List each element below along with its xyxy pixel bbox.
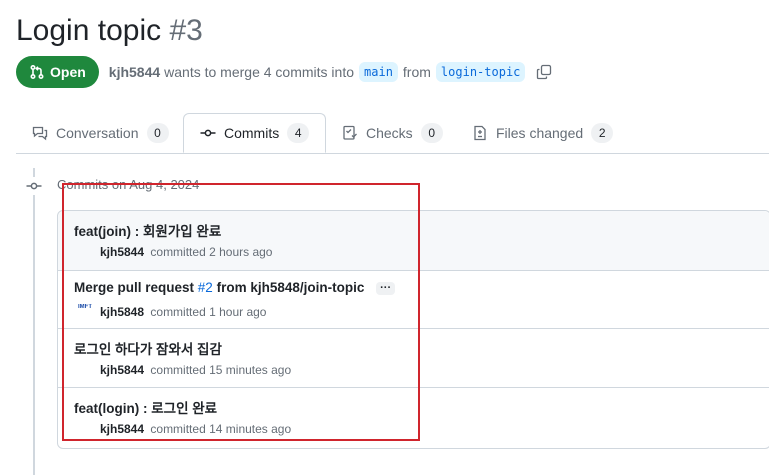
tab-conversation[interactable]: Conversation 0 (32, 113, 169, 153)
comment-discussion-icon (32, 126, 48, 141)
tab-conversation-label: Conversation (56, 125, 139, 141)
copy-icon[interactable] (536, 64, 552, 80)
head-branch[interactable]: login-topic (435, 62, 526, 82)
timeline-line (33, 168, 35, 475)
pr-author-link[interactable]: kjh5844 (109, 64, 160, 80)
pr-tabs: Conversation 0 Commits 4 Checks 0 Files … (16, 113, 769, 154)
tab-commits[interactable]: Commits 4 (183, 113, 327, 153)
status-badge: Open (16, 56, 99, 88)
git-pull-request-icon (30, 64, 44, 80)
from-text: from (402, 64, 431, 80)
tab-commits-count: 4 (287, 123, 310, 143)
checklist-icon (343, 125, 357, 140)
tab-commits-label: Commits (224, 125, 280, 141)
tab-files-changed-count: 2 (591, 123, 614, 143)
tab-checks[interactable]: Checks 0 (342, 113, 443, 153)
timeline-commit-icon (25, 177, 43, 195)
highlight-box (62, 183, 420, 441)
tab-checks-count: 0 (420, 123, 443, 143)
tab-checks-label: Checks (366, 125, 413, 141)
pr-title-text: Login topic (16, 14, 162, 47)
tab-files-changed-label: Files changed (496, 125, 584, 141)
pr-meta: Open kjh5844 wants to merge 4 commits in… (16, 56, 552, 88)
tab-files-changed[interactable]: Files changed 2 (472, 113, 614, 153)
tab-conversation-count: 0 (146, 123, 169, 143)
git-commit-icon (200, 129, 216, 137)
base-branch[interactable]: main (359, 62, 398, 82)
pr-title: Login topic #3 (16, 12, 203, 50)
pr-number: #3 (169, 14, 203, 47)
merge-text: wants to merge 4 commits into (164, 64, 355, 80)
file-diff-icon (474, 125, 486, 141)
status-label: Open (50, 64, 86, 80)
